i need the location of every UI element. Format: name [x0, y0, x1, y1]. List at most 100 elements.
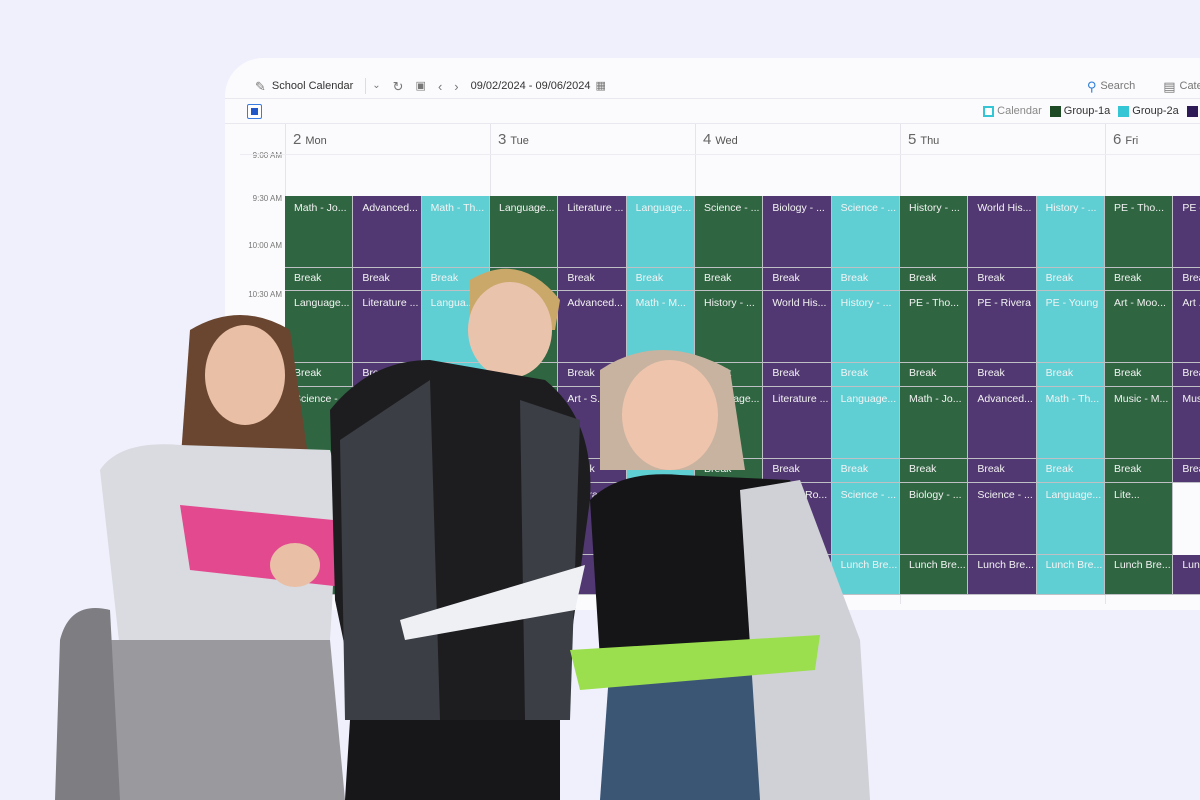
event-lesson[interactable]: PE - Tho...	[1105, 196, 1174, 268]
legend-item[interactable]: Group-1a	[1049, 105, 1110, 117]
event-lesson[interactable]: Language...	[285, 291, 354, 363]
event-break[interactable]: Break	[968, 459, 1037, 483]
event-lesson[interactable]	[626, 387, 695, 459]
event-lunch[interactable]	[558, 555, 627, 595]
event-break[interactable]	[421, 459, 490, 483]
event-break[interactable]: Break	[1105, 363, 1174, 387]
event-lunch[interactable]: Lunch Bre...	[831, 555, 900, 595]
day-header-mon[interactable]: 2 Mon	[285, 124, 490, 154]
event-lunch[interactable]: Lunch Bre...	[763, 555, 832, 595]
event-break[interactable]: Break	[490, 268, 559, 291]
event-break[interactable]: Break	[626, 363, 695, 387]
event-break[interactable]: Break	[1173, 363, 1200, 387]
event-lesson[interactable]: Science - ...	[831, 196, 900, 268]
event-lesson[interactable]: Math - Jo...	[900, 387, 969, 459]
event-break[interactable]	[490, 459, 559, 483]
event-break[interactable]: Break	[968, 268, 1037, 291]
legend-item[interactable]: Group-	[1186, 105, 1200, 117]
event-lesson[interactable]: Art - S...	[558, 387, 627, 459]
event-lunch[interactable]: Lunch Bre...	[1105, 555, 1174, 595]
event-lunch[interactable]	[626, 555, 695, 595]
event-break[interactable]: Break	[1105, 268, 1174, 291]
event-lesson[interactable]	[353, 483, 422, 555]
event-lesson[interactable]: PE - ...	[1173, 196, 1200, 268]
event-break[interactable]: Break	[900, 268, 969, 291]
event-break[interactable]	[353, 459, 422, 483]
event-lunch[interactable]	[421, 555, 490, 595]
event-break[interactable]	[421, 363, 490, 387]
event-break[interactable]: Break	[831, 268, 900, 291]
event-break[interactable]	[626, 459, 695, 483]
event-break[interactable]: Break	[1036, 459, 1105, 483]
event-lesson[interactable]: Literature ...	[763, 387, 832, 459]
event-lunch[interactable]: Lunch Bre...	[900, 555, 969, 595]
event-break[interactable]: Break	[1173, 459, 1200, 483]
event-lesson[interactable]: Lite...	[1105, 483, 1174, 555]
legend-item[interactable]: Group-2a	[1118, 105, 1179, 117]
event-lesson[interactable]: PE - Young	[1036, 291, 1105, 363]
event-lesson[interactable]: Advanced...	[695, 483, 764, 555]
event-lesson[interactable]	[490, 483, 559, 555]
event-lesson[interactable]: Math - Ro...	[763, 483, 832, 555]
event-lesson[interactable]: History - ...	[900, 196, 969, 268]
event-lesson[interactable]: Science - ...	[695, 196, 764, 268]
event-break[interactable]: Break	[1173, 268, 1200, 291]
event-break[interactable]: Break	[1036, 363, 1105, 387]
today-icon[interactable]: ▣	[416, 80, 426, 92]
event-lesson[interactable]: Biol...	[353, 387, 422, 459]
event-lesson[interactable]: World His...	[968, 196, 1037, 268]
event-lesson[interactable]	[421, 483, 490, 555]
event-break[interactable]: Break	[968, 363, 1037, 387]
event-lesson[interactable]: Language...	[831, 387, 900, 459]
next-icon[interactable]: ›	[454, 80, 458, 93]
event-lesson[interactable]: Music - M...	[1105, 387, 1174, 459]
event-lunch[interactable]: Lunch Bre...	[968, 555, 1037, 595]
event-lesson[interactable]: Math - M...	[626, 291, 695, 363]
legend-item[interactable]: Calendar	[983, 105, 1042, 117]
event-lunch[interactable]	[285, 555, 354, 595]
event-lesson[interactable]: Biology - ...	[763, 196, 832, 268]
calendar-selector[interactable]: ✎ School Calendar	[255, 80, 353, 93]
event-lesson[interactable]: Literature ...	[558, 196, 627, 268]
event-lesson[interactable]: Advanced...	[353, 196, 422, 268]
event-lesson[interactable]: Advanced...	[558, 291, 627, 363]
event-lesson[interactable]: Science - ...	[831, 483, 900, 555]
event-break[interactable]: Break	[695, 268, 764, 291]
event-lesson[interactable]: Art - Moo...	[1105, 291, 1174, 363]
event-lesson[interactable]: Biology - ...	[900, 483, 969, 555]
event-lesson[interactable]: World His...	[763, 291, 832, 363]
event-break[interactable]: Break	[626, 268, 695, 291]
event-break[interactable]: Break	[1105, 459, 1174, 483]
event-lesson[interactable]	[490, 291, 559, 363]
event-break[interactable]: Break	[421, 268, 490, 291]
select-all-checkbox[interactable]	[247, 104, 262, 119]
event-lunch[interactable]: Lun...	[1173, 555, 1200, 595]
event-break[interactable]: Break	[763, 268, 832, 291]
event-lesson[interactable]: Rivera	[558, 483, 627, 555]
event-lesson[interactable]: Literature ...	[353, 291, 422, 363]
event-break[interactable]: Break	[558, 363, 627, 387]
event-lunch[interactable]: Lunch Bre...	[1036, 555, 1105, 595]
event-break[interactable]: Break	[831, 363, 900, 387]
event-lesson[interactable]: Language...	[695, 387, 764, 459]
event-break[interactable]	[490, 363, 559, 387]
day-header-fri[interactable]: 6 Fri	[1105, 124, 1200, 154]
event-break[interactable]: Break	[763, 363, 832, 387]
event-break[interactable]: Break	[900, 459, 969, 483]
search-button[interactable]: ⚲ Search	[1087, 80, 1135, 93]
event-lesson[interactable]	[285, 483, 354, 555]
prev-icon[interactable]: ‹	[438, 80, 442, 93]
event-lesson[interactable]: PE - Tho...	[900, 291, 969, 363]
event-lesson[interactable]: PE - Rivera	[968, 291, 1037, 363]
event-break[interactable]: Break	[558, 459, 627, 483]
event-lesson[interactable]: History - ...	[831, 291, 900, 363]
event-lesson[interactable]: History - ...	[695, 291, 764, 363]
event-lesson[interactable]: Math - Th...	[421, 196, 490, 268]
event-break[interactable]: Break	[695, 459, 764, 483]
event-break[interactable]: Break	[353, 363, 422, 387]
event-lunch[interactable]	[353, 555, 422, 595]
day-header-thu[interactable]: 5 Thu	[900, 124, 1105, 154]
event-lesson[interactable]: Math - Jo...	[285, 196, 354, 268]
event-lesson[interactable]: History - ...	[1036, 196, 1105, 268]
event-lesson[interactable]: Science - ...	[968, 483, 1037, 555]
